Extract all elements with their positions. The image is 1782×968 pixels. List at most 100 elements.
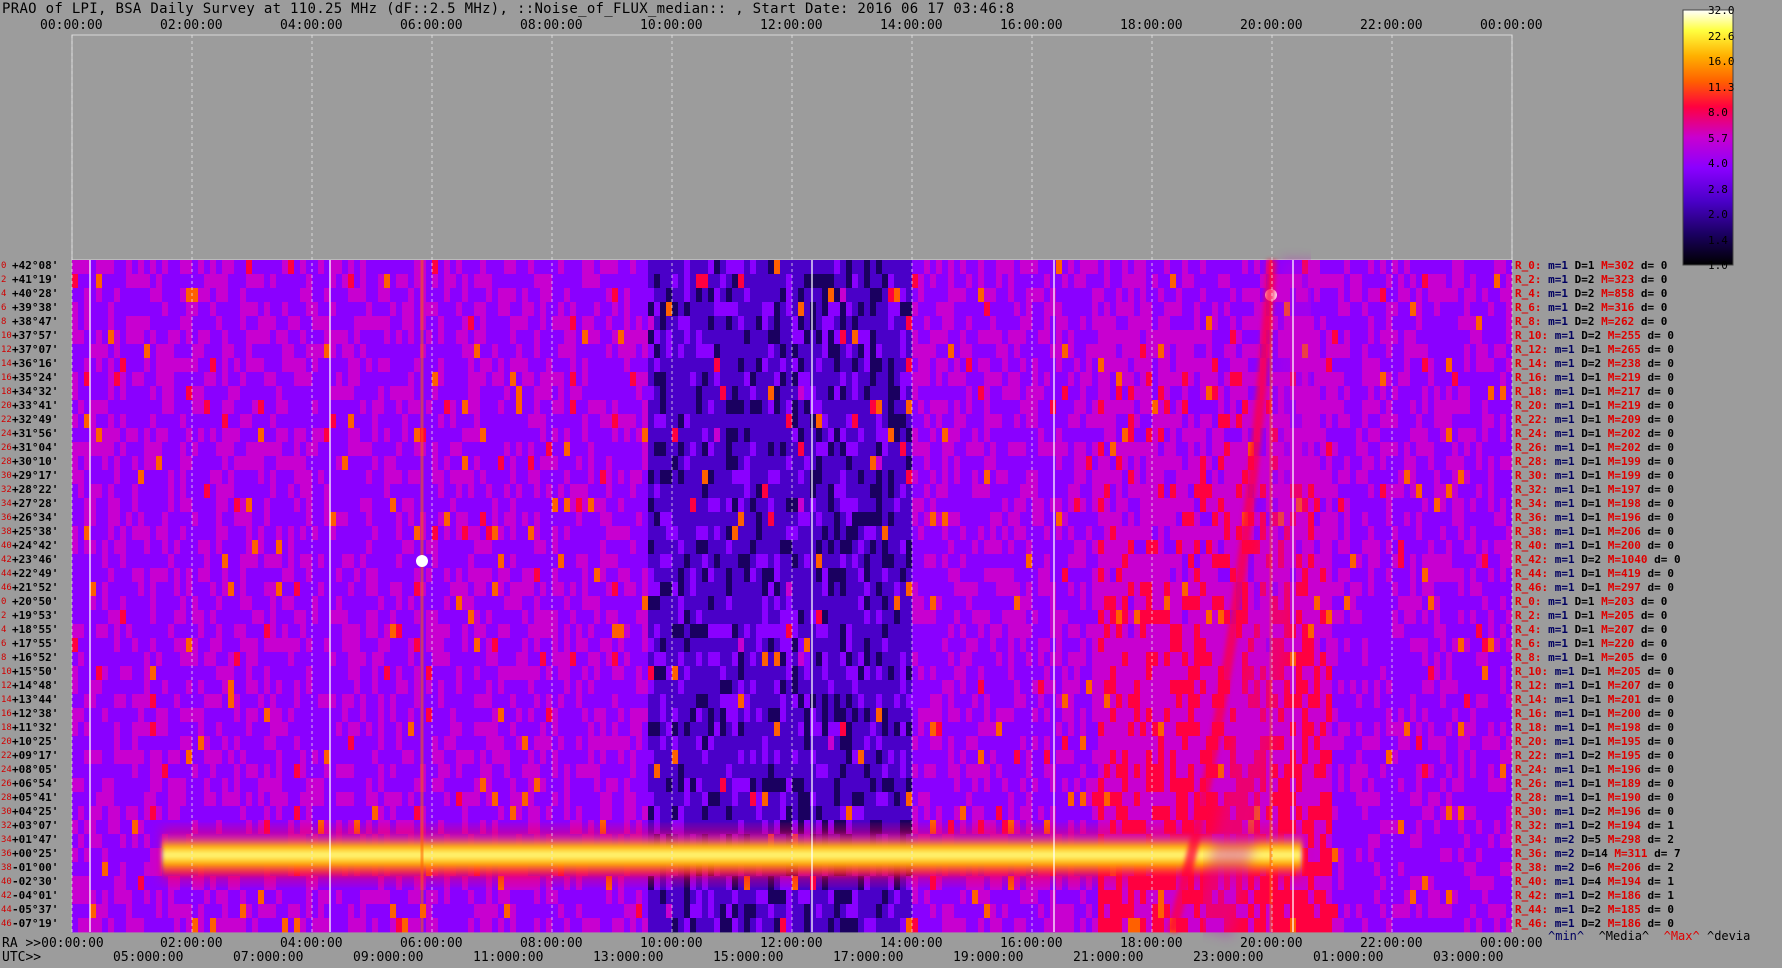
heatmap-cell: [144, 302, 150, 317]
heatmap-cell: [846, 372, 852, 387]
heatmap-cell: [798, 386, 804, 401]
heatmap-cell: [750, 330, 756, 345]
heatmap-cell: [462, 484, 468, 499]
heatmap-cell: [708, 428, 714, 443]
heatmap-cell: [276, 260, 282, 275]
heatmap-cell: [894, 498, 900, 513]
heatmap-cell: [504, 400, 510, 415]
heatmap-cell: [384, 400, 390, 415]
heatmap-cell: [1140, 330, 1146, 345]
heatmap-cell: [612, 358, 618, 373]
heatmap-cell: [492, 442, 498, 457]
heatmap-cell: [1146, 498, 1152, 513]
heatmap-cell: [462, 302, 468, 317]
heatmap-cell: [600, 358, 606, 373]
heatmap-cell: [180, 526, 186, 541]
heatmap-cell: [150, 400, 156, 415]
heatmap-cell: [492, 344, 498, 359]
heatmap-cell: [1014, 302, 1020, 317]
heatmap-cell: [1416, 484, 1422, 499]
heatmap-cell: [288, 470, 294, 485]
heatmap-cell: [234, 400, 240, 415]
heatmap-cell: [750, 358, 756, 373]
heatmap-cell: [1128, 372, 1134, 387]
heatmap-cell: [270, 456, 276, 471]
heatmap-cell: [846, 540, 852, 555]
heatmap-cell: [342, 400, 348, 415]
heatmap-cell: [1140, 484, 1146, 499]
heatmap-cell: [672, 526, 678, 541]
heatmap-cell: [1386, 484, 1392, 499]
heatmap-cell: [150, 456, 156, 471]
heatmap-cell: [1422, 302, 1428, 317]
heatmap-cell: [1062, 302, 1068, 317]
heatmap-cell: [318, 302, 324, 317]
heatmap-cell: [1362, 400, 1368, 415]
heatmap-cell: [642, 526, 648, 541]
heatmap-cell: [1032, 512, 1038, 527]
heatmap-cell: [1152, 526, 1158, 541]
heatmap-cell: [648, 498, 654, 513]
heatmap-cell: [288, 288, 294, 303]
heatmap-cell: [912, 526, 918, 541]
heatmap-cell: [810, 526, 816, 541]
heatmap-cell: [300, 344, 306, 359]
heatmap-cell: [864, 330, 870, 345]
heatmap-cell: [1440, 260, 1446, 275]
heatmap-cell: [402, 498, 408, 513]
heatmap-cell: [984, 414, 990, 429]
heatmap-cell: [1314, 526, 1320, 541]
heatmap-cell: [384, 288, 390, 303]
heatmap-cell: [1122, 372, 1128, 387]
heatmap-cell: [1404, 512, 1410, 527]
heatmap-cell: [456, 260, 462, 275]
heatmap-cell: [498, 526, 504, 541]
heatmap-cell: [924, 456, 930, 471]
heatmap-cell: [798, 330, 804, 345]
heatmap-cell: [942, 274, 948, 289]
heatmap-cell: [180, 288, 186, 303]
heatmap-cell: [186, 288, 192, 303]
heatmap-cell: [1356, 358, 1362, 373]
heatmap-cell: [396, 428, 402, 443]
heatmap-cell: [504, 470, 510, 485]
heatmap-cell: [552, 288, 558, 303]
heatmap-cell: [1110, 526, 1116, 541]
heatmap-cell: [660, 358, 666, 373]
heatmap-cell: [984, 330, 990, 345]
heatmap-cell: [1254, 274, 1260, 289]
heatmap-cell: [366, 288, 372, 303]
heatmap-cell: [684, 358, 690, 373]
heatmap-cell: [960, 358, 966, 373]
heatmap-cell: [540, 512, 546, 527]
heatmap-cell: [264, 358, 270, 373]
heatmap-cell: [1224, 386, 1230, 401]
heatmap-cell: [1194, 386, 1200, 401]
heatmap-cell: [774, 526, 780, 541]
heatmap-cell: [912, 456, 918, 471]
heatmap-cell: [1194, 414, 1200, 429]
heatmap-cell: [636, 358, 642, 373]
heatmap-cell: [1446, 274, 1452, 289]
heatmap-cell: [846, 470, 852, 485]
heatmap-cell: [222, 484, 228, 499]
heatmap-cell: [612, 344, 618, 359]
heatmap-cell: [318, 274, 324, 289]
heatmap-cell: [378, 386, 384, 401]
heatmap-cell: [1146, 316, 1152, 331]
heatmap-cell: [786, 260, 792, 275]
heatmap-cell: [1170, 484, 1176, 499]
heatmap-cell: [654, 414, 660, 429]
heatmap-cell: [138, 274, 144, 289]
heatmap-cell: [726, 288, 732, 303]
heatmap-cell: [1062, 260, 1068, 275]
heatmap-cell: [666, 260, 672, 275]
heatmap-cell: [342, 274, 348, 289]
heatmap-cell: [1476, 344, 1482, 359]
heatmap-cell: [798, 428, 804, 443]
heatmap-cell: [1470, 274, 1476, 289]
heatmap-cell: [402, 484, 408, 499]
heatmap-cell: [1422, 456, 1428, 471]
heatmap-cell: [978, 512, 984, 527]
heatmap-cell: [1110, 498, 1116, 513]
